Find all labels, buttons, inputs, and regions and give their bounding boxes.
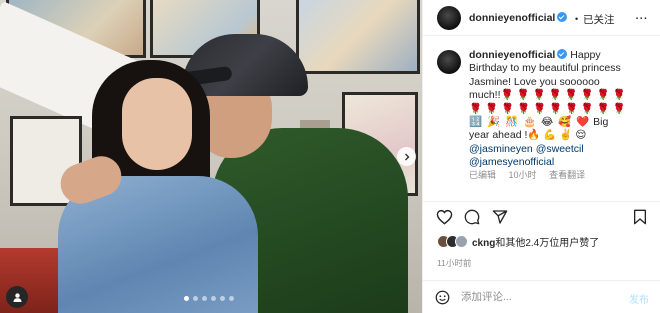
emoji-row: 🔢 🎉 🎊 🎂 😂 🥰 ❤️ — [469, 116, 591, 129]
carousel-dot — [211, 296, 216, 301]
verified-badge-icon — [557, 12, 568, 22]
caption-text: donnieyenofficial Happy Birthday to my b… — [469, 49, 649, 170]
user-tag-icon — [13, 292, 21, 302]
username-text[interactable]: donnieyenofficial — [469, 12, 555, 24]
next-slide-button[interactable] — [397, 147, 416, 166]
carousel-dot — [193, 296, 198, 301]
post-comment-button[interactable]: 发布 — [629, 291, 649, 306]
carousel-dot — [202, 296, 207, 301]
share-button[interactable] — [491, 208, 509, 226]
comment-input[interactable] — [461, 289, 611, 305]
post-header: donnieyenofficial • 已关注 ... — [423, 0, 660, 36]
avatar — [455, 235, 468, 248]
save-button[interactable] — [631, 208, 649, 226]
post-side-panel: donnieyenofficial • 已关注 ... donnieyenoff… — [422, 0, 660, 313]
likes-summary[interactable]: ckng和其他2.4万位用户赞了 — [437, 234, 599, 249]
likes-text: ckng和其他2.4万位用户赞了 — [472, 234, 599, 249]
carousel-dot — [184, 296, 189, 301]
post-timestamp[interactable]: 11小时前 — [437, 257, 471, 269]
caption-line: Birthday to my beautiful princess — [469, 62, 621, 75]
mention-link[interactable]: @jasmineyen — [469, 143, 533, 155]
liker-username[interactable]: ckng — [472, 238, 495, 249]
post-photo[interactable] — [0, 0, 422, 313]
caption-username[interactable]: donnieyenofficial — [469, 49, 555, 61]
mention-link[interactable]: @jamesyenofficial — [469, 156, 554, 168]
carousel-dot — [229, 296, 234, 301]
rose-emojis: 🌹 🌹 🌹 🌹 🌹 🌹 🌹 🌹 — [500, 89, 626, 102]
verified-badge-icon — [557, 49, 568, 59]
emoji-icon[interactable] — [435, 290, 450, 305]
caption-meta: 已编辑 10小时 查看翻译 — [469, 168, 595, 181]
comment-bar: 发布 — [423, 280, 660, 313]
avatar[interactable] — [437, 6, 461, 30]
carousel-indicator — [184, 296, 234, 301]
caption-line: Big — [593, 116, 609, 129]
bookmark-icon — [634, 209, 646, 225]
caption-line: year ahead !🔥 💪 ✌️ 😌 — [469, 129, 587, 142]
post-age[interactable]: 10小时 — [509, 170, 537, 180]
wall-artwork — [296, 0, 420, 74]
comment-icon — [464, 209, 480, 225]
caption-line: much!! — [469, 89, 501, 102]
caption-line: Happy — [570, 49, 601, 61]
caption-section: donnieyenofficial Happy Birthday to my b… — [423, 36, 660, 196]
carousel-dot — [220, 296, 225, 301]
chevron-right-icon — [404, 153, 409, 160]
separator-dot: • — [575, 14, 579, 24]
rose-emojis: 🌹 🌹 🌹 🌹 🌹 🌹 🌹 🌹 🌹 🌹 — [469, 102, 626, 115]
share-icon — [492, 210, 508, 224]
avatar[interactable] — [437, 50, 461, 74]
mention-link[interactable]: @sweetcil — [536, 143, 584, 155]
edited-label: 已编辑 — [469, 170, 497, 180]
more-icon[interactable]: ... — [635, 6, 648, 23]
see-translation-link[interactable]: 查看翻译 — [549, 170, 585, 180]
likes-count-text[interactable]: 和其他2.4万位用户赞了 — [495, 238, 599, 249]
action-bar — [423, 201, 660, 229]
header-username[interactable]: donnieyenofficial — [469, 12, 568, 24]
caption-line: Jasmine! Love you soooooo — [469, 75, 600, 88]
following-button[interactable]: 已关注 — [583, 12, 615, 27]
heart-icon — [436, 209, 452, 225]
comment-button[interactable] — [463, 208, 481, 226]
woman-face — [122, 78, 192, 170]
like-button[interactable] — [435, 208, 453, 226]
user-tag-button[interactable] — [6, 286, 28, 308]
